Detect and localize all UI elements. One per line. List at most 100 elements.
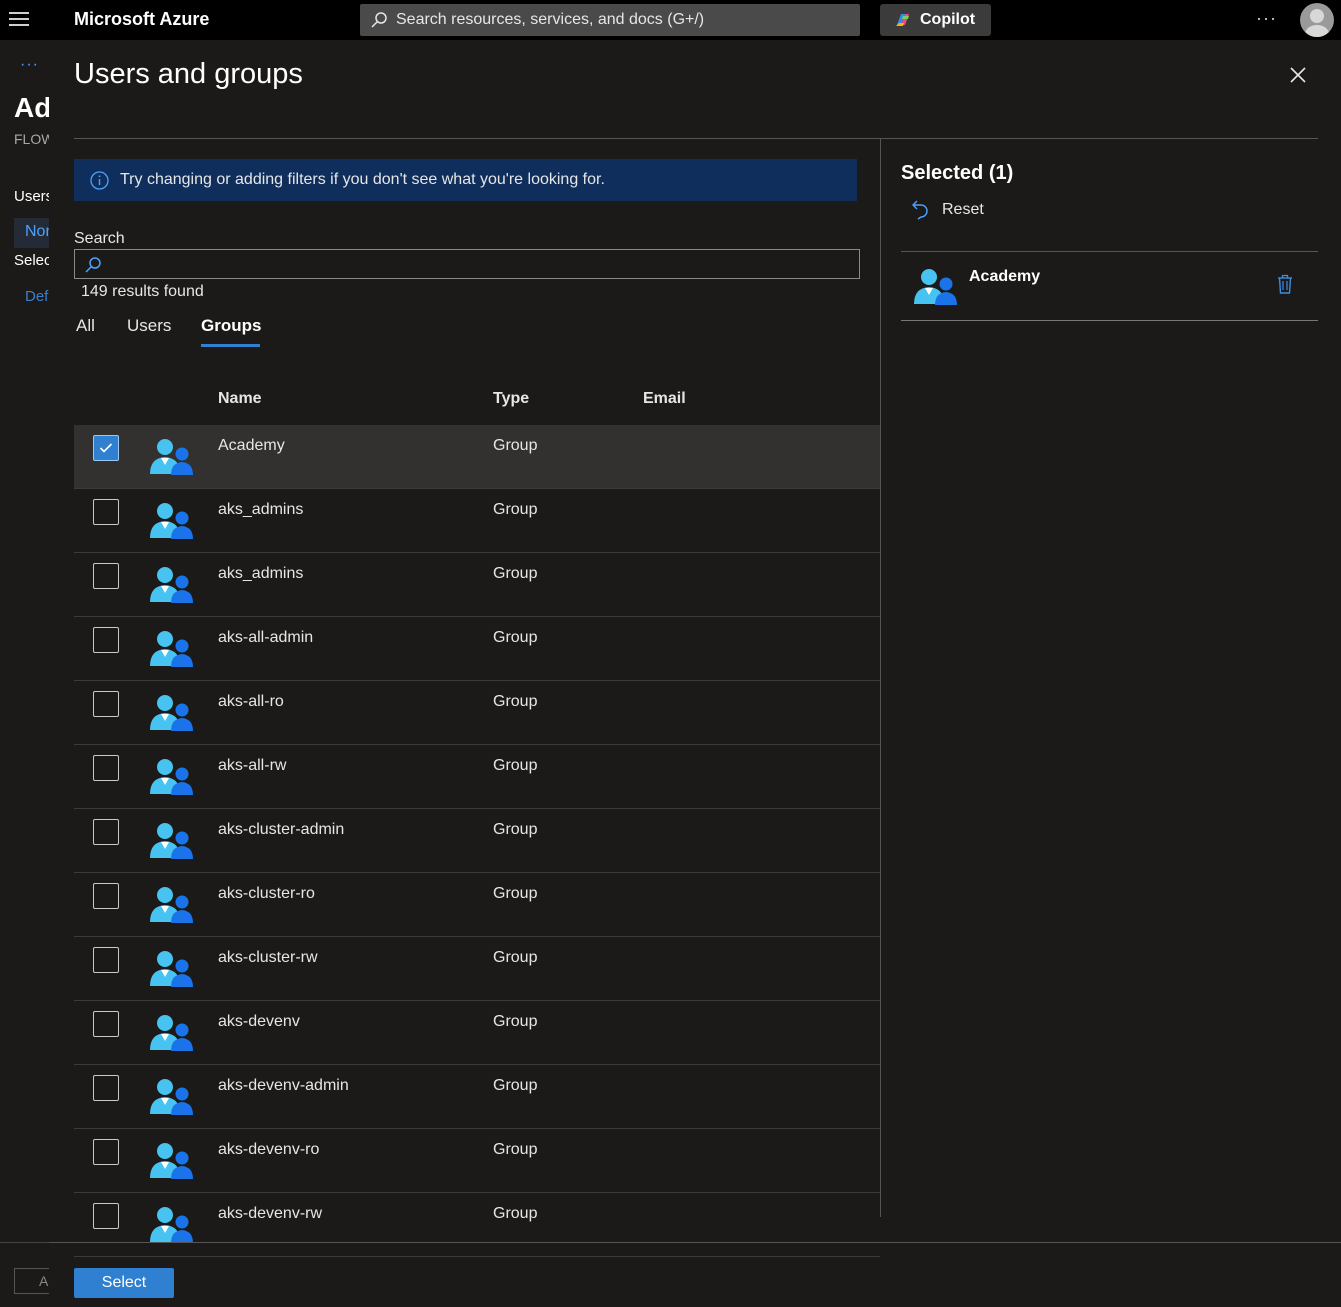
- selected-item-name: Academy: [969, 268, 1041, 285]
- table-row[interactable]: aks-devenv-ro Group: [74, 1129, 880, 1193]
- group-icon: [150, 1079, 193, 1115]
- user-avatar[interactable]: [1300, 3, 1334, 37]
- background-footer-divider: [0, 1242, 49, 1243]
- tab-groups[interactable]: Groups: [201, 316, 261, 336]
- group-icon: [150, 823, 193, 859]
- row-type: Group: [493, 821, 538, 838]
- copilot-button[interactable]: Copilot: [880, 4, 991, 36]
- table-row[interactable]: aks-cluster-rw Group: [74, 937, 880, 1001]
- row-type: Group: [493, 437, 538, 454]
- row-type: Group: [493, 501, 538, 518]
- table-row[interactable]: aks-cluster-admin Group: [74, 809, 880, 873]
- group-icon: [150, 1015, 193, 1051]
- panel-title: Users and groups: [74, 58, 303, 90]
- row-checkbox[interactable]: [93, 1139, 119, 1165]
- background-none-link[interactable]: Non: [14, 218, 54, 248]
- column-header-name[interactable]: Name: [218, 390, 262, 408]
- row-checkbox[interactable]: [93, 1075, 119, 1101]
- group-icon: [150, 503, 193, 539]
- delete-icon[interactable]: [1277, 274, 1293, 294]
- selected-title: Selected (1): [901, 162, 1014, 184]
- table-row[interactable]: aks_admins Group: [74, 553, 880, 617]
- row-name: aks-all-rw: [218, 757, 287, 774]
- global-search-box[interactable]: Search resources, services, and docs (G+…: [360, 4, 860, 36]
- background-users-label: Users: [14, 188, 54, 205]
- more-options-icon[interactable]: ···: [1256, 8, 1277, 29]
- group-icon: [150, 567, 193, 603]
- row-name: Academy: [218, 437, 285, 454]
- background-default-link[interactable]: Def: [25, 288, 48, 305]
- row-checkbox[interactable]: [93, 435, 119, 461]
- row-checkbox[interactable]: [93, 691, 119, 717]
- undo-icon: [912, 200, 928, 220]
- row-name: aks-all-admin: [218, 629, 314, 646]
- search-input[interactable]: [75, 250, 859, 278]
- footer-divider: [49, 1242, 1341, 1243]
- search-icon: [371, 12, 387, 28]
- row-checkbox[interactable]: [93, 755, 119, 781]
- group-icon: [150, 887, 193, 923]
- results-table: Academy Group aks_admins Group aks_admins Gro…: [74, 425, 880, 1257]
- copilot-icon: [896, 14, 909, 26]
- tab-all[interactable]: All: [76, 316, 95, 336]
- row-type: Group: [493, 757, 538, 774]
- checkmark-icon: [99, 443, 113, 453]
- row-checkbox[interactable]: [93, 627, 119, 653]
- table-row[interactable]: aks-all-rw Group: [74, 745, 880, 809]
- row-checkbox[interactable]: [93, 883, 119, 909]
- row-checkbox[interactable]: [93, 947, 119, 973]
- table-row[interactable]: aks-devenv-rw Group: [74, 1193, 880, 1257]
- table-row[interactable]: aks-all-admin Group: [74, 617, 880, 681]
- search-icon: [85, 257, 101, 273]
- close-icon[interactable]: [1288, 65, 1308, 85]
- background-footer-button[interactable]: A: [14, 1268, 50, 1294]
- table-row[interactable]: aks-all-ro Group: [74, 681, 880, 745]
- global-search-placeholder: Search resources, services, and docs (G+…: [396, 11, 705, 28]
- background-more-icon[interactable]: ···: [20, 56, 39, 74]
- copilot-label: Copilot: [920, 11, 976, 28]
- row-type: Group: [493, 1013, 538, 1030]
- row-checkbox[interactable]: [93, 499, 119, 525]
- search-label: Search: [74, 230, 125, 247]
- search-field[interactable]: [74, 249, 860, 279]
- group-icon: [914, 269, 957, 305]
- background-page-title: Ad: [14, 92, 52, 123]
- group-icon: [150, 1207, 193, 1243]
- row-name: aks_admins: [218, 565, 304, 582]
- row-type: Group: [493, 565, 538, 582]
- row-type: Group: [493, 949, 538, 966]
- column-header-type[interactable]: Type: [493, 390, 529, 408]
- row-checkbox[interactable]: [93, 1011, 119, 1037]
- row-type: Group: [493, 1205, 538, 1222]
- column-header-email[interactable]: Email: [643, 390, 686, 408]
- group-icon: [150, 759, 193, 795]
- brand-title[interactable]: Microsoft Azure: [74, 9, 209, 30]
- info-message: Try changing or adding filters if you do…: [120, 171, 605, 188]
- row-type: Group: [493, 1141, 538, 1158]
- tab-users[interactable]: Users: [127, 316, 171, 336]
- row-checkbox[interactable]: [93, 563, 119, 589]
- background-select-label: Selec: [14, 252, 52, 269]
- users-and-groups-panel: Users and groups Try changing or adding …: [49, 40, 1341, 1307]
- info-banner: Try changing or adding filters if you do…: [74, 159, 857, 201]
- row-name: aks-cluster-admin: [218, 821, 345, 838]
- group-icon: [150, 631, 193, 667]
- group-icon: [150, 1143, 193, 1179]
- table-row[interactable]: aks_admins Group: [74, 489, 880, 553]
- row-checkbox[interactable]: [93, 1203, 119, 1229]
- table-row[interactable]: aks-cluster-ro Group: [74, 873, 880, 937]
- row-type: Group: [493, 1077, 538, 1094]
- table-row[interactable]: aks-devenv Group: [74, 1001, 880, 1065]
- active-tab-indicator: [201, 344, 260, 347]
- table-row[interactable]: aks-devenv-admin Group: [74, 1065, 880, 1129]
- hamburger-menu-icon[interactable]: [9, 12, 29, 28]
- group-icon: [150, 439, 193, 475]
- row-checkbox[interactable]: [93, 819, 119, 845]
- row-name: aks-cluster-rw: [218, 949, 318, 966]
- row-name: aks-devenv-rw: [218, 1205, 323, 1222]
- select-button[interactable]: Select: [74, 1268, 174, 1298]
- pane-divider: [880, 139, 881, 1217]
- reset-label: Reset: [942, 201, 984, 218]
- table-row[interactable]: Academy Group: [74, 425, 880, 489]
- row-name: aks-all-ro: [218, 693, 284, 710]
